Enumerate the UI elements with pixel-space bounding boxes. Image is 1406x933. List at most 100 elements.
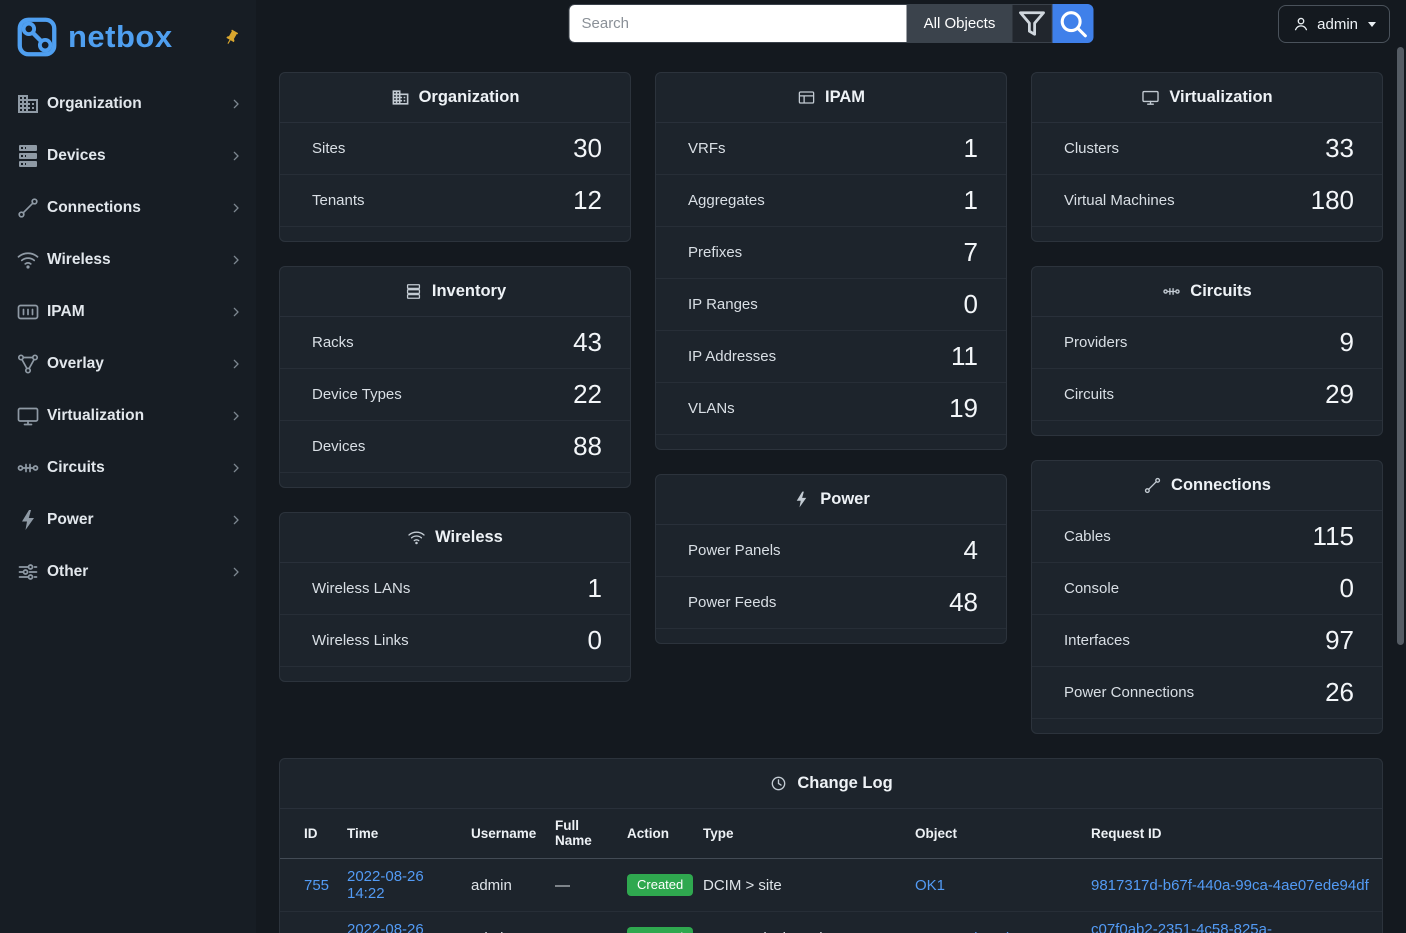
sidebar-item-power[interactable]: Power: [0, 494, 256, 546]
sidebar-item-circuits[interactable]: Circuits: [0, 442, 256, 494]
sidebar-item-label: Virtualization: [47, 407, 228, 425]
lightning-bolt-icon: [792, 490, 811, 509]
change-full-name: —: [545, 859, 617, 912]
server-rack-icon: [16, 144, 40, 168]
sidebar-item-label: IPAM: [47, 303, 228, 321]
chevron-right-icon: [228, 148, 244, 164]
changelog-header-row: ID Time Username Full Name Action Type O…: [280, 809, 1382, 859]
brand-wordmark: netbox: [68, 19, 173, 55]
stat-row-circuits[interactable]: Circuits 29: [1032, 369, 1382, 421]
stat-row-cables[interactable]: Cables 115: [1032, 511, 1382, 563]
stat-row-prefixes[interactable]: Prefixes 7: [656, 227, 1006, 279]
object-type-label: All Objects: [924, 15, 996, 32]
chevron-right-icon: [228, 564, 244, 580]
sidebar-item-virtualization[interactable]: Virtualization: [0, 390, 256, 442]
stat-row-sites[interactable]: Sites 30: [280, 123, 630, 175]
change-id-link[interactable]: 754: [304, 930, 329, 933]
sidebar-item-label: Power: [47, 511, 228, 529]
card-header: Wireless: [280, 513, 630, 563]
request-id-link[interactable]: 9817317d-b67f-440a-99ca-4ae07ede94df: [1091, 877, 1369, 894]
card-circuits: Circuits Providers 9 Circuits 29: [1031, 266, 1383, 436]
stat-row-power-panels[interactable]: Power Panels 4: [656, 525, 1006, 577]
sidebar-item-label: Circuits: [47, 459, 228, 477]
col-header-request-id: Request ID: [1081, 809, 1382, 859]
sidebar-item-label: Connections: [47, 199, 228, 217]
card-header: Change Log: [280, 759, 1382, 809]
pin-sidebar-icon[interactable]: [223, 29, 240, 46]
change-type: DCIM > device role: [693, 912, 905, 933]
stat-row-console[interactable]: Console 0: [1032, 563, 1382, 615]
card-title: IPAM: [825, 88, 865, 107]
transit-connection-icon: [16, 456, 40, 480]
topbar: All Objects admin: [256, 0, 1406, 47]
scrollbar-thumb[interactable]: [1397, 47, 1404, 645]
changelog-row: 755 2022-08-26 14:22 admin — Created DCI…: [280, 859, 1382, 912]
col-header-full-name: Full Name: [545, 809, 617, 859]
filter-button[interactable]: [1013, 4, 1053, 43]
sidebar-item-connections[interactable]: Connections: [0, 182, 256, 234]
request-id-link[interactable]: c07f0ab2-2351-4c58-825a-8b6a2425a1ab: [1091, 921, 1272, 933]
stat-row-providers[interactable]: Providers 9: [1032, 317, 1382, 369]
col-header-object: Object: [905, 809, 1081, 859]
search-button[interactable]: [1053, 4, 1094, 43]
card-title: Inventory: [432, 282, 506, 301]
user-menu-button[interactable]: admin: [1278, 5, 1390, 43]
card-title: Power: [820, 490, 870, 509]
stat-row-vlans[interactable]: VLANs 19: [656, 383, 1006, 435]
change-object-link[interactable]: OK1: [915, 877, 945, 894]
stack-icon: [404, 282, 423, 301]
stat-row-tenants[interactable]: Tenants 12: [280, 175, 630, 227]
card-header: Connections: [1032, 461, 1382, 511]
sidebar-item-label: Devices: [47, 147, 228, 165]
sidebar-item-devices[interactable]: Devices: [0, 130, 256, 182]
card-power: Power Power Panels 4 Power Feeds 48: [655, 474, 1007, 644]
stat-row-devices[interactable]: Devices 88: [280, 421, 630, 473]
card-ipam: IPAM VRFs 1 Aggregates 1 Prefixes 7: [655, 72, 1007, 450]
card-change-log: Change Log ID Time Username Full Name Ac: [279, 758, 1383, 933]
sidebar-item-ipam[interactable]: IPAM: [0, 286, 256, 338]
col-header-username: Username: [461, 809, 545, 859]
changelog-row: 754 2022-08-26 14:17 admin — Created DCI…: [280, 912, 1382, 933]
object-type-dropdown[interactable]: All Objects: [907, 4, 1013, 43]
chevron-right-icon: [228, 512, 244, 528]
change-id-link[interactable]: 755: [304, 877, 329, 894]
stat-row-interfaces[interactable]: Interfaces 97: [1032, 615, 1382, 667]
search-input[interactable]: [569, 4, 907, 43]
stat-row-virtual-machines[interactable]: Virtual Machines 180: [1032, 175, 1382, 227]
wifi-icon: [407, 528, 426, 547]
chevron-right-icon: [228, 304, 244, 320]
person-icon: [1292, 15, 1310, 33]
stat-row-power-feeds[interactable]: Power Feeds 48: [656, 577, 1006, 629]
stat-row-wireless-lans[interactable]: Wireless LANs 1: [280, 563, 630, 615]
lightning-bolt-icon: [16, 508, 40, 532]
stat-row-wireless-links[interactable]: Wireless Links 0: [280, 615, 630, 667]
change-time-link[interactable]: 2022-08-26 14:17: [347, 921, 424, 933]
sidebar-item-wireless[interactable]: Wireless: [0, 234, 256, 286]
cable-icon: [1143, 476, 1162, 495]
sidebar: netbox Organization Devices Connections: [0, 0, 256, 933]
change-username: admin: [461, 912, 545, 933]
change-type: DCIM > site: [693, 859, 905, 912]
stat-row-racks[interactable]: Racks 43: [280, 317, 630, 369]
stat-row-aggregates[interactable]: Aggregates 1: [656, 175, 1006, 227]
change-time-link[interactable]: 2022-08-26 14:22: [347, 868, 424, 902]
card-header: Virtualization: [1032, 73, 1382, 123]
sidebar-item-other[interactable]: Other: [0, 546, 256, 598]
card-header: IPAM: [656, 73, 1006, 123]
stat-row-ip-ranges[interactable]: IP Ranges 0: [656, 279, 1006, 331]
chevron-right-icon: [228, 460, 244, 476]
stat-row-clusters[interactable]: Clusters 33: [1032, 123, 1382, 175]
changelog-table: ID Time Username Full Name Action Type O…: [280, 809, 1382, 933]
app-root: netbox Organization Devices Connections: [0, 0, 1406, 933]
sidebar-item-organization[interactable]: Organization: [0, 78, 256, 130]
sidebar-item-overlay[interactable]: Overlay: [0, 338, 256, 390]
stat-row-vrfs[interactable]: VRFs 1: [656, 123, 1006, 175]
card-title: Change Log: [797, 774, 892, 793]
brand-home-link[interactable]: netbox: [0, 0, 256, 68]
stat-row-device-types[interactable]: Device Types 22: [280, 369, 630, 421]
building-icon: [16, 92, 40, 116]
stat-row-ip-addresses[interactable]: IP Addresses 11: [656, 331, 1006, 383]
stat-row-power-connections[interactable]: Power Connections 26: [1032, 667, 1382, 719]
card-title: Virtualization: [1169, 88, 1272, 107]
change-object-link[interactable]: Server Chassis: [915, 930, 1017, 933]
